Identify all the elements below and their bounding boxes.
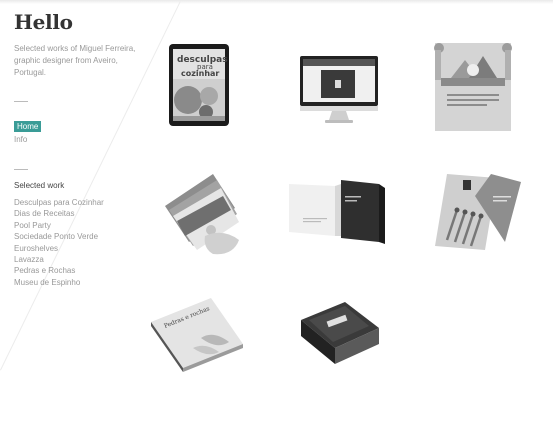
work-link-museu-de-espinho[interactable]: Museu de Espinho: [14, 277, 139, 288]
thumbnail-museum-box[interactable]: [283, 290, 393, 390]
work-link-dias-de-receitas[interactable]: Dias de Receitas: [14, 208, 139, 219]
work-link-pedras-e-rochas[interactable]: Pedras e Rochas: [14, 265, 139, 276]
box-image: [301, 302, 379, 364]
thumbnail-euroshelves-catalog[interactable]: [417, 166, 527, 266]
work-link-euroshelves[interactable]: Euroshelves: [14, 243, 139, 254]
thumbnail-pool-party-poster[interactable]: [417, 38, 527, 138]
divider: [14, 101, 28, 102]
brochure-image: [289, 180, 385, 244]
work-list: Desculpas para Cozinhar Dias de Receitas…: [14, 197, 139, 288]
work-link-lavazza[interactable]: Lavazza: [14, 254, 139, 265]
work-link-desculpas[interactable]: Desculpas para Cozinhar: [14, 197, 139, 208]
tablet-text-3: cozinhar: [181, 69, 219, 78]
divider: [14, 169, 28, 170]
thumbnail-flyers-in-hand[interactable]: [143, 166, 253, 266]
book-image: Pedras e rochas: [151, 298, 243, 372]
flyers-image: [165, 174, 239, 255]
poster-image: [434, 43, 512, 131]
work-link-sociedade-ponto-verde[interactable]: Sociedade Ponto Verde: [14, 231, 139, 242]
tablet-image: desculpas para cozinhar: [169, 44, 229, 126]
top-shadow: [0, 0, 553, 4]
thumbnail-desktop-monitor[interactable]: [283, 38, 393, 138]
nav-info-link[interactable]: Info: [14, 134, 139, 145]
work-link-pool-party[interactable]: Pool Party: [14, 220, 139, 231]
monitor-image: [300, 56, 378, 123]
thumbnail-tablet-desculpas[interactable]: desculpas para cozinhar: [143, 38, 253, 138]
catalog-image: [435, 174, 521, 250]
thumbnail-open-brochure[interactable]: [283, 166, 393, 266]
nav-home-link[interactable]: Home: [14, 121, 42, 132]
thumbnail-pedras-e-rochas-book[interactable]: Pedras e rochas: [143, 290, 253, 390]
main-nav: Home Info: [14, 116, 139, 145]
site-title[interactable]: Hello: [14, 10, 139, 34]
site-intro: Selected works of Miguel Ferreira, graph…: [14, 44, 136, 77]
sidebar: Hello Selected works of Miguel Ferreira,…: [14, 10, 139, 288]
selected-work-heading: Selected work: [14, 181, 65, 190]
